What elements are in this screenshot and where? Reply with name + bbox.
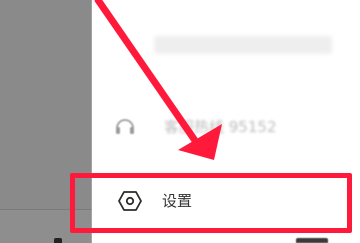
headset-icon (112, 113, 138, 139)
settings-item[interactable]: 设置 (92, 172, 358, 230)
settings-label: 设置 (162, 192, 193, 210)
hexagon-settings-icon (118, 189, 142, 213)
customer-service-item[interactable]: 客服热线 95152 (112, 112, 277, 140)
customer-service-label: 客服热线 95152 (164, 117, 277, 136)
bottom-glyph (54, 238, 62, 243)
scrim-bottom (0, 210, 92, 243)
blurred-menu-row (154, 36, 332, 54)
bottom-glyph (296, 238, 328, 243)
drawer-scrim[interactable] (0, 0, 92, 243)
